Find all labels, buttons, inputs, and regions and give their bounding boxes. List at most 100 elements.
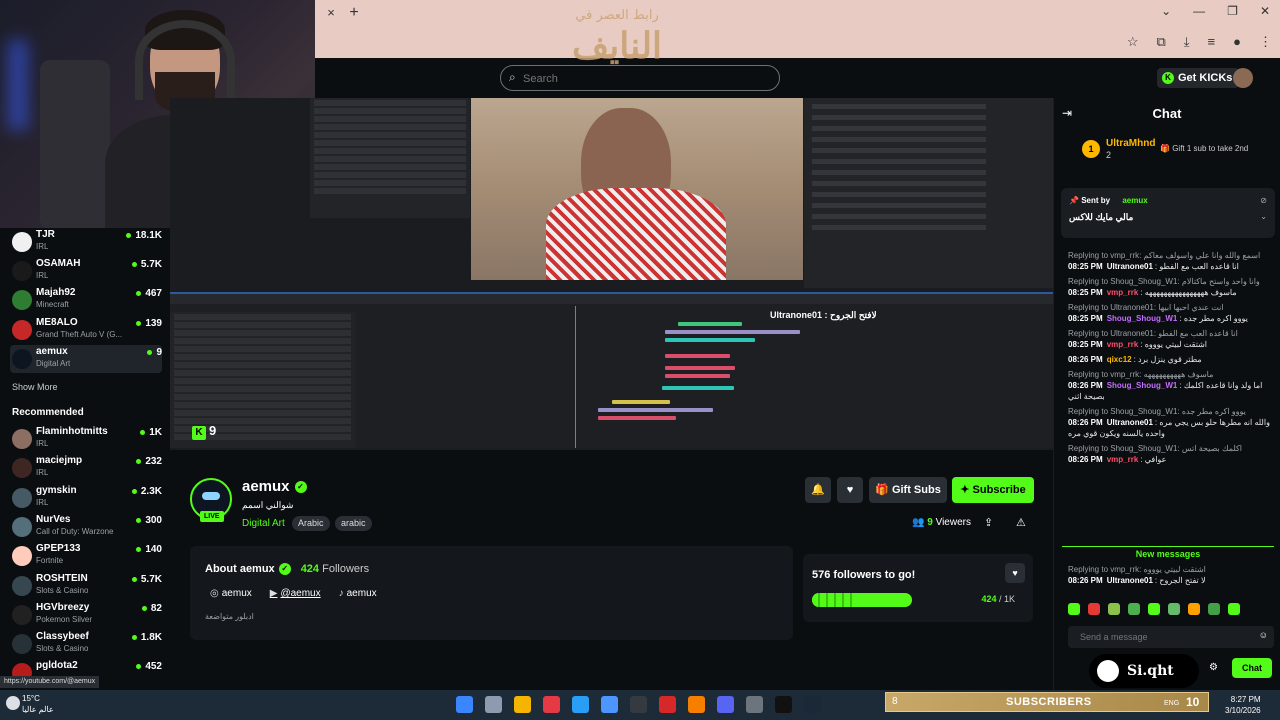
minimize-icon[interactable]: — <box>1193 4 1205 18</box>
obs-icon[interactable] <box>630 696 647 713</box>
tag-arabic[interactable]: Arabic <box>292 516 330 531</box>
chat-message-input[interactable] <box>1080 630 1240 644</box>
verified-icon: ✓ <box>278 563 291 575</box>
report-icon[interactable]: ⚠ <box>1016 516 1026 529</box>
message-user[interactable]: Ultranone01 <box>1107 262 1153 271</box>
message-user[interactable]: Shoug_Shoug_W1 <box>1107 314 1178 323</box>
follow-heart-button[interactable]: ♥ <box>1005 563 1025 583</box>
sidebar-channel-flaminhotmitts[interactable]: Flaminhotmitts IRL 1K <box>10 425 162 453</box>
maximize-icon[interactable]: ❐ <box>1227 4 1238 18</box>
start-icon[interactable] <box>456 696 473 713</box>
top-gifter-name[interactable]: UltraMhnd <box>1106 138 1155 149</box>
bookmark-star-icon[interactable]: ☆ <box>1127 34 1139 50</box>
adobe-icon[interactable] <box>659 696 676 713</box>
sidebar-channel-tjr[interactable]: TJR IRL 18.1K <box>10 228 162 256</box>
reply-context: Replying to vmp_rrk: اشتقت لبيتي يوووه <box>1068 565 1206 574</box>
message-user[interactable]: Shoug_Shoug_W1 <box>1107 381 1178 390</box>
pinned-user[interactable]: aemux <box>1122 196 1147 205</box>
store-icon[interactable] <box>601 696 618 713</box>
chat-send-button[interactable]: Chat <box>1232 658 1272 678</box>
sidebar-channel-maciejmp[interactable]: maciejmp IRL 232 <box>10 454 162 482</box>
emote[interactable] <box>1188 603 1200 615</box>
chevron-down-icon[interactable]: ⌄ <box>1260 212 1267 221</box>
extensions-icon[interactable]: ⧉ <box>1157 34 1166 50</box>
subs-count: 8 <box>892 696 898 707</box>
weather-widget[interactable]: 15°C عالم عاليا <box>22 693 54 715</box>
sidebar-channel-classybeef[interactable]: Classybeef Slots & Casino 1.8K <box>10 630 162 658</box>
capcut-icon[interactable] <box>775 696 792 713</box>
app-icon[interactable] <box>746 696 763 713</box>
sidebar-channel-nurves[interactable]: NurVes Call of Duty: Warzone 300 <box>10 513 162 541</box>
channel-name[interactable]: aemux <box>242 478 290 495</box>
user-avatar[interactable] <box>1233 68 1253 88</box>
tiktok-label: aemux <box>346 588 377 599</box>
subscribe-button[interactable]: ✦ Subscribe <box>952 477 1034 503</box>
profile-icon[interactable]: ● <box>1233 34 1241 50</box>
file-explorer-icon[interactable] <box>514 696 531 713</box>
gift-subs-button[interactable]: 🎁 Gift Subs <box>869 477 947 503</box>
social-links: ◎ aemux ▶ @aemux ♪ aemux <box>210 588 377 599</box>
tab-search-icon[interactable]: ⌄ <box>1161 4 1171 18</box>
stream-category-link[interactable]: Digital Art <box>242 518 285 529</box>
chat-input-box[interactable]: ☺ <box>1068 626 1274 648</box>
channel-category: IRL <box>36 498 49 507</box>
emote[interactable] <box>1208 603 1220 615</box>
sidebar-channel-gymskin[interactable]: gymskin IRL 2.3K <box>10 484 162 512</box>
app-icon[interactable] <box>543 696 560 713</box>
share-icon[interactable]: ⇪ <box>984 516 993 529</box>
sidebar-channel-osamah[interactable]: OSAMAH IRL 5.7K <box>10 257 162 285</box>
browser-menu-icon[interactable]: ⋮ <box>1259 34 1272 50</box>
chat-settings-icon[interactable]: ⚙ <box>1209 662 1218 673</box>
emote[interactable] <box>1108 603 1120 615</box>
video-player[interactable]: Ultranone01 : لافتح الجروح K9 <box>170 98 1053 450</box>
emote[interactable] <box>1128 603 1140 615</box>
weather-icon <box>6 696 20 710</box>
emote[interactable] <box>1168 603 1180 615</box>
emote[interactable] <box>1088 603 1100 615</box>
emote[interactable] <box>1228 603 1240 615</box>
unpin-icon[interactable]: ⊘ <box>1260 196 1267 205</box>
message-user[interactable]: Ultranone01 <box>1107 576 1153 585</box>
viewer-count-overlay: K9 <box>192 423 216 440</box>
gift-prompt[interactable]: 🎁 Gift 1 sub to take 2nd <box>1160 144 1248 153</box>
instagram-link[interactable]: ◎ aemux <box>210 588 252 599</box>
tiktok-link[interactable]: ♪ aemux <box>339 588 377 599</box>
sidebar-channel-aemux[interactable]: aemux Digital Art 9 <box>10 345 162 373</box>
reply-context: Replying to Ultranone01: انا قاعده العب … <box>1068 329 1238 338</box>
task-view-icon[interactable] <box>485 696 502 713</box>
system-clock[interactable]: 8:27 PM 3/10/2026 <box>1225 694 1261 716</box>
viewer-count: 1K <box>140 427 162 438</box>
language-indicator[interactable]: ENG <box>1164 700 1179 707</box>
download-icon[interactable]: ⤓ <box>1184 34 1190 50</box>
sidebar-channel-gpep133[interactable]: GPEP133 Fortnite 140 <box>10 542 162 570</box>
discord-icon[interactable] <box>717 696 734 713</box>
edge-icon[interactable] <box>572 696 589 713</box>
timeline-bar <box>598 416 676 420</box>
emote[interactable] <box>1068 603 1080 615</box>
emoji-icon[interactable]: ☺ <box>1259 630 1268 640</box>
emote[interactable] <box>1148 603 1160 615</box>
sidebar-channel-roshtein[interactable]: ROSHTEIN Slots & Casino 5.7K <box>10 572 162 600</box>
get-kicks-button[interactable]: K Get KICKs <box>1157 68 1240 88</box>
message-user[interactable]: qixc12 <box>1107 355 1132 364</box>
sidebar-channel-majah92[interactable]: Majah92 Minecraft 467 <box>10 286 162 314</box>
notification-bell-button[interactable]: 🔔 <box>805 477 831 503</box>
steam-icon[interactable] <box>804 696 821 713</box>
sidebar-channel-me8alo[interactable]: ME8ALO Grand Theft Auto V (G... 139 <box>10 316 162 344</box>
follow-heart-button[interactable]: ♥ <box>837 477 863 503</box>
message-user[interactable]: vmp_rrk <box>1107 455 1139 464</box>
close-tab-icon[interactable]: × <box>323 5 339 21</box>
sidebar-channel-hgvbreezy[interactable]: HGVbreezy Pokemon Silver 82 <box>10 601 162 629</box>
media-control-icon[interactable]: ≡ <box>1208 34 1216 50</box>
new-tab-button[interactable]: + <box>345 4 363 22</box>
chrome-icon[interactable] <box>688 696 705 713</box>
show-more-link[interactable]: Show More <box>12 382 58 392</box>
new-messages-divider[interactable]: New messages <box>1062 546 1274 559</box>
message-user[interactable]: vmp_rrk <box>1107 340 1139 349</box>
close-window-icon[interactable]: ✕ <box>1260 4 1270 18</box>
message-user[interactable]: Ultranone01 <box>1107 418 1153 427</box>
tag-arabic-lower[interactable]: arabic <box>335 516 372 531</box>
address-bar-row: ☆ ⧉ ⤓ ≡ ● ⋮ <box>315 28 1280 58</box>
message-user[interactable]: vmp_rrk <box>1107 288 1139 297</box>
youtube-link[interactable]: ▶ @aemux <box>270 588 321 599</box>
